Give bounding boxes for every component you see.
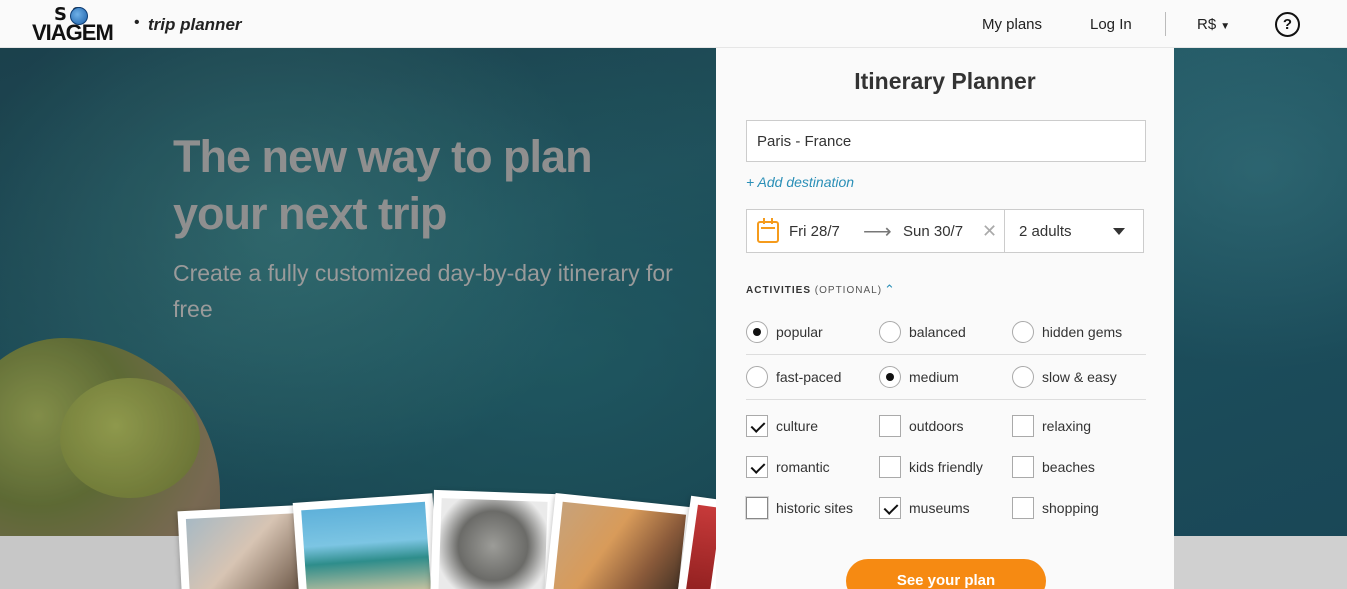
radio-indicator (746, 366, 768, 388)
itinerary-planner-panel: Itinerary Planner + Add destination Fri … (716, 48, 1174, 589)
logo-wordmark: VIAGEM (32, 20, 114, 45)
radio-indicator (1012, 366, 1034, 388)
hero-title: The new way to plan your next trip (173, 131, 593, 239)
top-header: S S VIAGEM • trip planner My plans Log I… (0, 0, 1347, 48)
radio-label: slow & easy (1042, 369, 1117, 385)
clear-dates-icon[interactable]: ✕ (982, 221, 997, 242)
checkbox-label: relaxing (1042, 418, 1092, 434)
nav-divider (1165, 12, 1166, 36)
radio-label: hidden gems (1042, 324, 1123, 340)
checkbox-label: beaches (1042, 459, 1095, 475)
arrow-right-icon: ⟶ (863, 221, 892, 243)
checkbox-label: historic sites (776, 500, 854, 516)
hero-subtitle: Create a fully customized day-by-day iti… (173, 260, 673, 322)
checkbox-indicator (879, 415, 901, 437)
checkbox-indicator (746, 497, 768, 519)
radio-indicator (879, 366, 901, 388)
activities-label: ACTIVITIES (746, 285, 812, 296)
radio-indicator (746, 321, 768, 343)
chevron-down-icon: ▼ (1220, 21, 1231, 32)
caret-down-icon (1113, 228, 1125, 235)
photo-friends (177, 504, 311, 589)
photo-traveler (545, 492, 695, 589)
radio-label: popular (776, 324, 823, 340)
radio-indicator (1012, 321, 1034, 343)
radio-label: medium (909, 369, 959, 385)
chevron-up-icon[interactable]: ⌃ (884, 282, 895, 298)
checkbox-indicator (1012, 456, 1034, 478)
currency-label: R$ (1197, 16, 1217, 33)
checkbox-indicator (746, 456, 768, 478)
checkbox-indicator (1012, 415, 1034, 437)
radio-indicator (879, 321, 901, 343)
divider (746, 399, 1146, 400)
calendar-icon (757, 218, 779, 243)
currency-selector[interactable]: R$ ▼ (1197, 16, 1230, 33)
checkbox-indicator (879, 497, 901, 519)
brand-name: trip planner (148, 15, 242, 34)
radio-label: balanced (909, 324, 966, 340)
date-to: Sun 30/7 (903, 223, 964, 240)
help-icon[interactable]: ? (1275, 12, 1300, 37)
brand-separator: • (134, 14, 140, 31)
see-your-plan-button[interactable]: See your plan (846, 559, 1046, 589)
activities-optional: (OPTIONAL) (814, 285, 883, 296)
travelers-select[interactable]: 2 adults (1004, 209, 1144, 253)
checkbox-label: shopping (1042, 500, 1099, 516)
travelers-value: 2 adults (1019, 223, 1072, 240)
date-from: Fri 28/7 (789, 223, 840, 240)
nav-log-in[interactable]: Log In (1090, 16, 1132, 33)
checkbox-label: outdoors (909, 418, 964, 434)
divider (746, 354, 1146, 355)
panel-title: Itinerary Planner (854, 68, 1036, 94)
nav-my-plans[interactable]: My plans (982, 16, 1042, 33)
checkbox-label: romantic (776, 459, 830, 475)
add-destination-link[interactable]: + Add destination (746, 174, 854, 190)
date-range-picker[interactable]: Fri 28/7 ⟶ Sun 30/7 ✕ (746, 209, 1005, 253)
checkbox-indicator (746, 415, 768, 437)
bottom-strip-right (1174, 536, 1347, 589)
checkbox-label: kids friendly (909, 459, 983, 475)
checkbox-label: museums (909, 500, 970, 516)
radio-label: fast-paced (776, 369, 842, 385)
logo[interactable]: S S VIAGEM (32, 4, 126, 45)
checkbox-indicator (1012, 497, 1034, 519)
activities-heading[interactable]: ACTIVITIES (OPTIONAL) (746, 285, 882, 296)
checkbox-label: culture (776, 418, 819, 434)
photo-beach (292, 493, 440, 589)
checkbox-indicator (879, 456, 901, 478)
destination-input[interactable] (746, 120, 1146, 162)
photo-statue (430, 489, 556, 589)
